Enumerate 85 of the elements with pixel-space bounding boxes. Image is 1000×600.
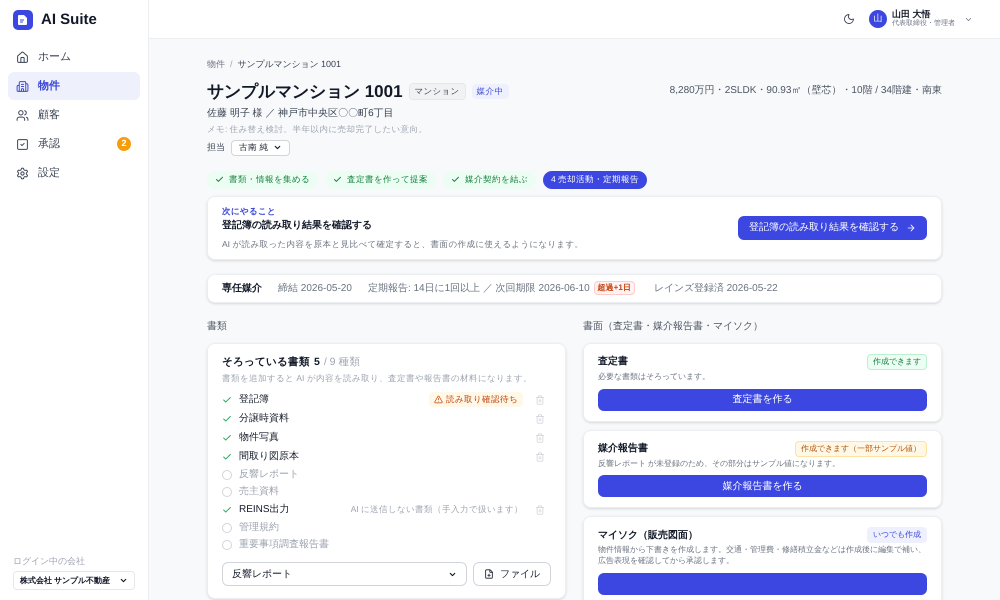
reins-registration: レインズ登録済 2026-05-22 <box>654 282 778 296</box>
arrow-right-icon <box>906 222 916 233</box>
trash-icon[interactable] <box>535 504 545 515</box>
app-name: AI Suite <box>41 10 97 30</box>
user-name: 山田 大悟 <box>892 10 932 20</box>
breadcrumb-current: サンプルマンション 1001 <box>238 58 342 71</box>
nav-item[interactable]: 設定 <box>8 159 140 187</box>
document-name: 登記簿 <box>239 392 269 408</box>
next-action-description: AI が読み取った内容を原本と見比べて確定すると、書面の作成に使えるようになります。 <box>222 238 584 250</box>
user-avatar: 山 <box>869 10 887 28</box>
company-select[interactable]: 株式会社 サンプル不動産 <box>13 571 135 590</box>
status-badge: 作成できます（一部サンプル値） <box>795 440 927 457</box>
document-name: 間取り図原本 <box>239 450 299 464</box>
step-tab[interactable]: 4 売却活動・定期報告 <box>543 170 648 189</box>
document-name: REINS出力 <box>239 502 290 518</box>
card-title: 媒介報告書 <box>598 442 648 456</box>
documents-count-label: そろっている書類 <box>222 354 310 370</box>
step-tab[interactable]: 書類・情報を集める <box>207 170 318 189</box>
document-name: 売主資料 <box>239 484 279 500</box>
create-button[interactable]: 査定書を作る <box>598 388 927 411</box>
home-icon <box>16 50 29 64</box>
check-icon <box>451 175 460 184</box>
file-button[interactable]: ファイル <box>473 562 551 586</box>
property-summary: 8,280万円・2SLDK・90.93㎡（壁芯）・10階 / 34階建・南東 <box>670 84 942 98</box>
moon-icon[interactable] <box>843 13 855 25</box>
next-action-title: 登記簿の読み取り結果を確認する <box>222 218 373 233</box>
breadcrumb-link[interactable]: 物件 <box>207 58 225 72</box>
report-schedule: 定期報告: 14日に1回以上 ／ 次回期限 2026-06-10 <box>368 282 590 296</box>
create-button[interactable] <box>598 572 927 595</box>
step-tab[interactable]: 媒介契約を結ぶ <box>443 170 536 189</box>
trash-icon[interactable] <box>535 432 545 443</box>
document-type-select[interactable]: 反響レポート <box>222 562 467 586</box>
create-button[interactable]: 媒介報告書を作る <box>598 475 927 498</box>
warning-icon <box>434 395 443 404</box>
nav-item[interactable]: 物件 <box>8 72 140 100</box>
next-action-eyebrow: 次にやること <box>222 205 277 218</box>
file-plus-icon <box>484 569 494 580</box>
assignee-label: 担当 <box>207 141 225 154</box>
logo-icon <box>13 10 33 30</box>
owner-address: 佐藤 明子 様 ／ 神戸市中央区〇〇町6丁目 <box>207 106 395 121</box>
card-title: 査定書 <box>598 354 628 370</box>
card-title: マイソク（販売図面） <box>598 528 698 543</box>
contract-type: 専任媒介 <box>222 282 262 296</box>
status-badge: 作成できます <box>867 354 927 370</box>
building-icon <box>16 80 29 92</box>
nav-item[interactable]: 承認 2 <box>8 130 140 158</box>
document-note: AI に送信しない書類（手入力で扱います） <box>350 503 523 516</box>
step-tab[interactable]: 査定書を作って提案 <box>325 170 436 189</box>
section-heading: 書面（査定書・媒介報告書・マイソク） <box>583 320 764 334</box>
trash-icon[interactable] <box>535 394 545 405</box>
check-icon <box>215 175 224 184</box>
reading-status-badge: 読み取り確認待ち <box>429 392 523 408</box>
document-name: 重要事項調査報告書 <box>239 538 329 552</box>
documents-count: 5 <box>314 354 320 370</box>
overdue-badge: 超過+1日 <box>594 281 635 296</box>
document-name: 分譲時資料 <box>239 412 289 426</box>
check-icon <box>333 175 342 184</box>
nav-item[interactable]: ホーム <box>8 43 140 71</box>
company-label: ログイン中の会社 <box>13 554 86 568</box>
nav-item[interactable]: 顧客 <box>8 101 140 129</box>
status-badge: いつでも作成 <box>867 527 927 544</box>
trash-icon[interactable] <box>535 414 545 424</box>
property-tag: マンション <box>408 82 466 100</box>
confirm-button[interactable]: 登記簿の読み取り結果を確認する <box>738 216 927 240</box>
property-title: サンプルマンション 1001 <box>207 80 403 102</box>
chevron-icon <box>119 576 128 585</box>
settings-icon <box>16 166 29 180</box>
breadcrumb-separator: / <box>230 58 233 71</box>
documents-hint: 書類を追加すると AI が内容を読み取り、査定書や報告書の材料になります。 <box>222 372 533 384</box>
card-description: 物件情報から下書きを作成します。交通・管理費・修繕積立金などは作成後に編集で補い、広告表現を確認してから承認します。 <box>598 545 927 567</box>
contract-signed-date: 締結 2026-05-20 <box>278 282 352 296</box>
trash-icon[interactable] <box>535 452 545 462</box>
count-badge: 2 <box>117 137 131 151</box>
document-name: 管理規約 <box>239 521 279 536</box>
document-name: 反響レポート <box>239 468 299 482</box>
section-heading: 書類 <box>207 320 228 334</box>
property-tag: 媒介中 <box>472 84 509 99</box>
memo-text: メモ: 住み替え検討。半年以内に売却完了したい意向。 <box>207 123 429 136</box>
users-icon <box>16 108 29 122</box>
document-name: 物件写真 <box>239 430 279 446</box>
assignee-select[interactable]: 古南 純 <box>231 140 290 156</box>
checkbox-icon <box>16 138 29 150</box>
documents-total: / 9 種類 <box>324 354 360 370</box>
card-description: 必要な書類はそろっています。 <box>598 372 711 383</box>
card-description: 反響レポート が未登録のため、その部分はサンプル値になります。 <box>598 458 842 470</box>
